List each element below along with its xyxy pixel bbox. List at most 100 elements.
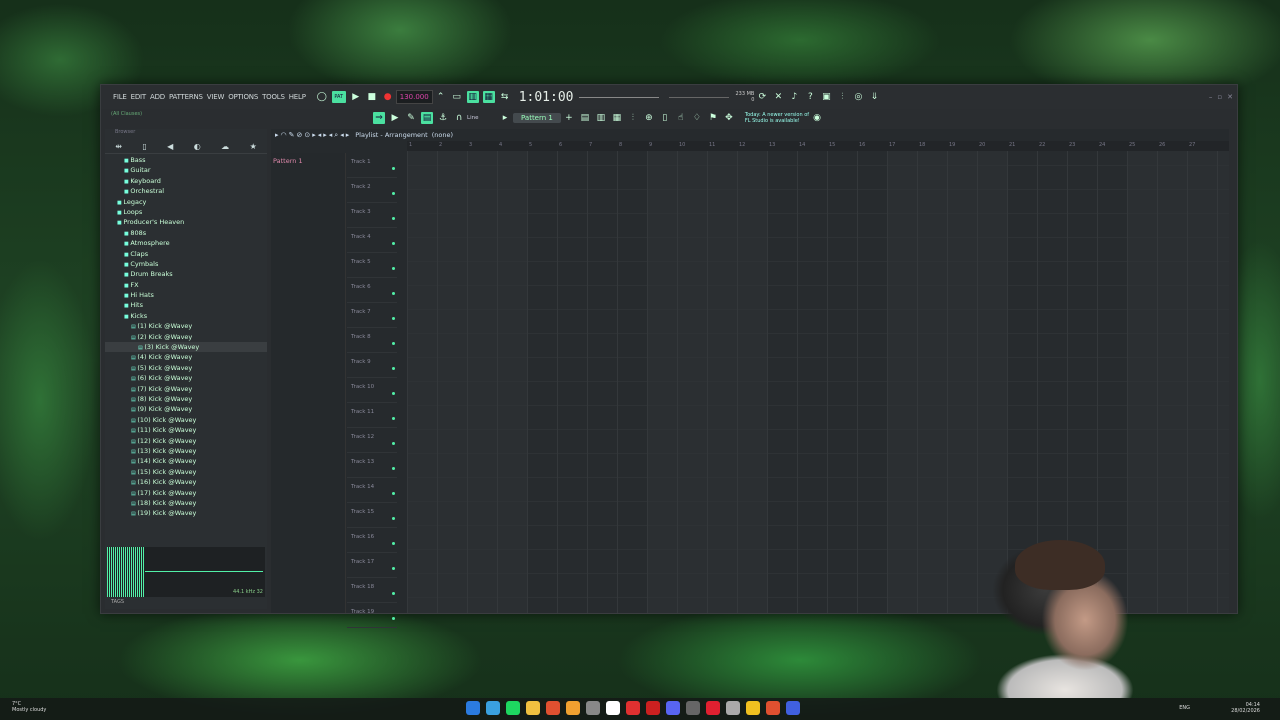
track-active-led[interactable] — [392, 592, 395, 595]
browser-file[interactable]: (19) Kick @Wavey — [105, 508, 267, 518]
browser-file[interactable]: (15) Kick @Wavey — [105, 467, 267, 477]
pattern-item[interactable]: Pattern 1 — [271, 153, 345, 169]
close-cross-icon[interactable]: ✕ — [772, 91, 784, 103]
mic-icon[interactable]: ♪ — [788, 91, 800, 103]
menu-tools[interactable]: TOOLS — [260, 93, 287, 101]
taskbar-app-icon[interactable] — [486, 701, 500, 715]
language-indicator[interactable]: ENG — [1179, 705, 1190, 711]
browser-folder[interactable]: Cymbals — [105, 259, 267, 269]
track-active-led[interactable] — [392, 267, 395, 270]
track-header[interactable]: Track 12 — [347, 428, 397, 453]
track-header[interactable]: Track 8 — [347, 328, 397, 353]
plugin-icon[interactable]: ⊕ — [643, 112, 655, 124]
track-active-led[interactable] — [392, 317, 395, 320]
snap-magnet-icon[interactable]: ∩ — [453, 112, 465, 124]
taskbar-app-icon[interactable] — [706, 701, 720, 715]
track-active-led[interactable] — [392, 292, 395, 295]
browser-file[interactable]: (10) Kick @Wavey — [105, 415, 267, 425]
browser-file[interactable]: (4) Kick @Wavey — [105, 352, 267, 362]
track-header[interactable]: Track 15 — [347, 503, 397, 528]
track-active-led[interactable] — [392, 567, 395, 570]
browser-file[interactable]: (5) Kick @Wavey — [105, 363, 267, 373]
piano-roll-icon[interactable]: ▥ — [595, 112, 607, 124]
wait-icon[interactable]: ▭ — [451, 91, 463, 103]
channel-rack-icon[interactable]: ▦ — [611, 112, 623, 124]
master-pitch-slider[interactable] — [579, 96, 660, 98]
track-header[interactable]: Track 14 — [347, 478, 397, 503]
touch-icon[interactable]: ☝ — [675, 112, 687, 124]
browser-folder[interactable]: Loops — [105, 207, 267, 217]
track-active-led[interactable] — [392, 442, 395, 445]
track-active-led[interactable] — [392, 542, 395, 545]
taskbar-app-icon[interactable] — [726, 701, 740, 715]
track-active-led[interactable] — [392, 417, 395, 420]
blend-icon[interactable]: ⇆ — [499, 91, 511, 103]
track-header[interactable]: Track 7 — [347, 303, 397, 328]
track-header[interactable]: Track 1 — [347, 153, 397, 178]
browser-file[interactable]: (2) Kick @Wavey — [105, 332, 267, 342]
browser-folder[interactable]: Hi Hats — [105, 290, 267, 300]
plugins-tab-icon[interactable]: ◀ — [167, 142, 173, 151]
menu-add[interactable]: ADD — [148, 93, 167, 101]
browser-file[interactable]: (11) Kick @Wavey — [105, 425, 267, 435]
globe-icon[interactable]: ◉ — [811, 112, 823, 124]
save-icon[interactable]: ▣ — [820, 91, 832, 103]
browser-folder[interactable]: Hits — [105, 300, 267, 310]
cloud-tab-icon[interactable]: ☁ — [221, 142, 229, 151]
browser-file[interactable]: (12) Kick @Wavey — [105, 436, 267, 446]
browser-folder[interactable]: FX — [105, 280, 267, 290]
download-icon[interactable]: ⇓ — [868, 91, 880, 103]
playlist-icon[interactable]: ▤ — [579, 112, 591, 124]
browser-folder[interactable]: Orchestral — [105, 186, 267, 196]
pattern-selector[interactable]: Pattern 1 — [513, 113, 561, 123]
mixer-view-icon[interactable]: ⫶ — [627, 112, 639, 124]
browser-folder[interactable]: Legacy — [105, 197, 267, 207]
loop-record-icon[interactable]: ▦ — [482, 91, 495, 103]
stamp-icon[interactable]: ⚓ — [437, 112, 449, 124]
countdown-icon[interactable]: ▥ — [466, 91, 479, 103]
track-header[interactable]: Track 18 — [347, 578, 397, 603]
browser-folder[interactable]: Producer's Heaven — [105, 217, 267, 227]
browser-file[interactable]: (7) Kick @Wavey — [105, 384, 267, 394]
taskbar-app-icon[interactable] — [526, 701, 540, 715]
files-tab-icon[interactable]: ▯ — [142, 142, 146, 151]
brush-icon[interactable]: ▤ — [421, 112, 433, 124]
taskbar-app-icon[interactable] — [586, 701, 600, 715]
menu-patterns[interactable]: PATTERNS — [167, 93, 205, 101]
projects-tab-icon[interactable]: ◐ — [194, 142, 201, 151]
magnet-icon[interactable]: ◯ — [316, 91, 328, 103]
stop-button[interactable]: ■ — [366, 91, 378, 103]
playlist-toolbar-icons[interactable]: ▸◠✎⊘⊙▸◂▸◂⌕◂▸ — [275, 131, 351, 140]
browser-folder[interactable]: Claps — [105, 249, 267, 259]
browser-file[interactable]: (3) Kick @Wavey — [105, 342, 267, 353]
record-button[interactable]: ● — [382, 91, 394, 103]
track-header[interactable]: Track 3 — [347, 203, 397, 228]
smart-icon[interactable]: ✥ — [723, 112, 735, 124]
arrow-icon[interactable]: ▶ — [389, 112, 401, 124]
browser-folder[interactable]: Atmosphere — [105, 238, 267, 248]
weather-widget[interactable]: 7°C Mostly cloudy — [12, 701, 46, 713]
menu-view[interactable]: VIEW — [205, 93, 226, 101]
browser-file[interactable]: (1) Kick @Wavey — [105, 321, 267, 331]
file-icon[interactable]: ▯ — [659, 112, 671, 124]
track-active-led[interactable] — [392, 467, 395, 470]
browser-file[interactable]: (13) Kick @Wavey — [105, 446, 267, 456]
taskbar-app-icon[interactable] — [606, 701, 620, 715]
add-pattern-icon[interactable]: + — [563, 112, 575, 124]
minimize-icon[interactable]: – — [1209, 93, 1213, 101]
track-header[interactable]: Track 2 — [347, 178, 397, 203]
refresh-icon[interactable]: ⟳ — [756, 91, 768, 103]
tempo-display[interactable]: 130.000 — [395, 90, 433, 104]
browser-file[interactable]: (6) Kick @Wavey — [105, 373, 267, 383]
taskbar-app-icon[interactable] — [786, 701, 800, 715]
mixer-icon[interactable]: ⫶ — [836, 91, 848, 103]
keyboard-icon[interactable]: ♢ — [691, 112, 703, 124]
browser-file[interactable]: (16) Kick @Wavey — [105, 477, 267, 487]
pencil-icon[interactable]: ✎ — [405, 112, 417, 124]
pattern-song-toggle[interactable]: PAT — [331, 91, 346, 103]
track-header[interactable]: Track 17 — [347, 553, 397, 578]
track-active-led[interactable] — [392, 217, 395, 220]
tags-label[interactable]: TAGS — [111, 599, 124, 605]
track-active-led[interactable] — [392, 392, 395, 395]
taskbar-app-icon[interactable] — [746, 701, 760, 715]
